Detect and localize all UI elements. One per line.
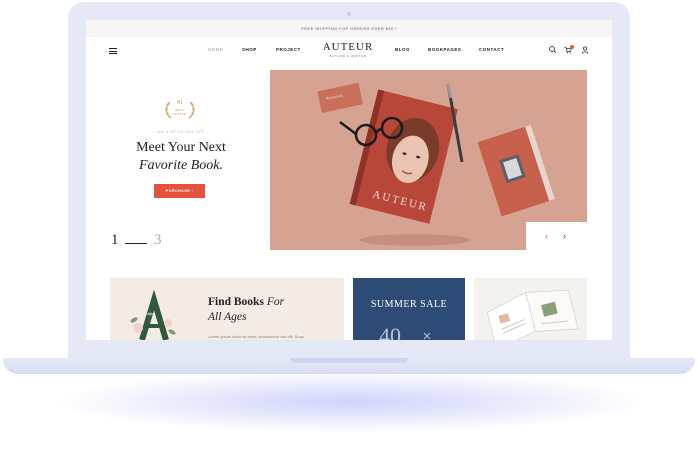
find-books-title: Find Books For — [208, 296, 284, 308]
slide-total-number[interactable]: 3 — [154, 232, 162, 249]
badge-number: #1 — [177, 100, 183, 106]
nav-item-bookpages[interactable]: BOOKPAGES — [428, 47, 461, 52]
hamburger-icon[interactable] — [109, 48, 117, 54]
slider-prev-arrow[interactable]: ‹ — [545, 231, 548, 241]
nav-item-project[interactable]: PROJECT — [276, 47, 301, 52]
purchase-button[interactable]: PURCHASE › — [154, 184, 205, 198]
find-books-title-italic: For — [266, 296, 285, 308]
search-icon[interactable] — [548, 45, 558, 55]
site-logo-subtitle: AUTHOR & WRITER — [329, 54, 367, 58]
user-icon[interactable] — [580, 45, 590, 55]
find-books-description: Lorem ipsum dolor sit amet, consectetur … — [208, 334, 304, 339]
laptop-screen: FREE SHIPPING FOR ORDERS OVER $50 ! HOME… — [86, 20, 612, 340]
arrow-right-icon: › — [191, 189, 194, 193]
main-navigation: HOME SHOP PROJECT AUTEUR AUTHOR & WRITER… — [86, 37, 612, 65]
slide-progress-line — [125, 243, 147, 244]
slide-current-number[interactable]: 1 — [111, 232, 119, 249]
open-book-illustration — [486, 289, 579, 340]
summer-sale-title: SUMMER SALE — [370, 299, 448, 310]
announcement-bar: FREE SHIPPING FOR ORDERS OVER $50 ! — [86, 20, 612, 37]
laptop-shadow — [60, 372, 640, 432]
botanical-letter-illustration — [130, 289, 176, 340]
summer-sale-card[interactable]: SUMMER SALE 40 — [353, 278, 465, 340]
nav-item-contact[interactable]: CONTACT — [479, 47, 504, 52]
nav-item-shop[interactable]: SHOP — [242, 47, 257, 52]
find-books-card[interactable]: Find Books For All Ages Lorem ipsum dolo… — [110, 278, 344, 340]
nav-item-home[interactable]: HOME — [208, 47, 224, 52]
hero-title-line-2: Favorite Book. — [139, 158, 223, 173]
nav-item-blog[interactable]: BLOG — [395, 47, 410, 52]
site-logo[interactable]: AUTEUR — [320, 41, 376, 53]
hero-subtitle: SALE UP TO 30% OFF — [157, 130, 205, 134]
purchase-button-label: PURCHASE — [165, 189, 191, 193]
close-icon — [423, 332, 431, 340]
hero-title-line-1: Meet Your Next — [136, 140, 226, 155]
cart-count-badge — [570, 45, 574, 49]
summer-sale-number: 40 — [379, 323, 401, 340]
slider-next-arrow[interactable]: › — [563, 231, 566, 241]
find-books-title-main: Find Books — [208, 296, 264, 308]
open-book-card[interactable] — [474, 278, 587, 340]
laptop-camera — [347, 12, 351, 16]
badge-label-seller: SELLER — [173, 112, 187, 116]
laptop-notch — [290, 358, 408, 363]
slider-controls: ‹ › — [526, 222, 587, 250]
find-books-subtitle: All Ages — [208, 311, 247, 323]
